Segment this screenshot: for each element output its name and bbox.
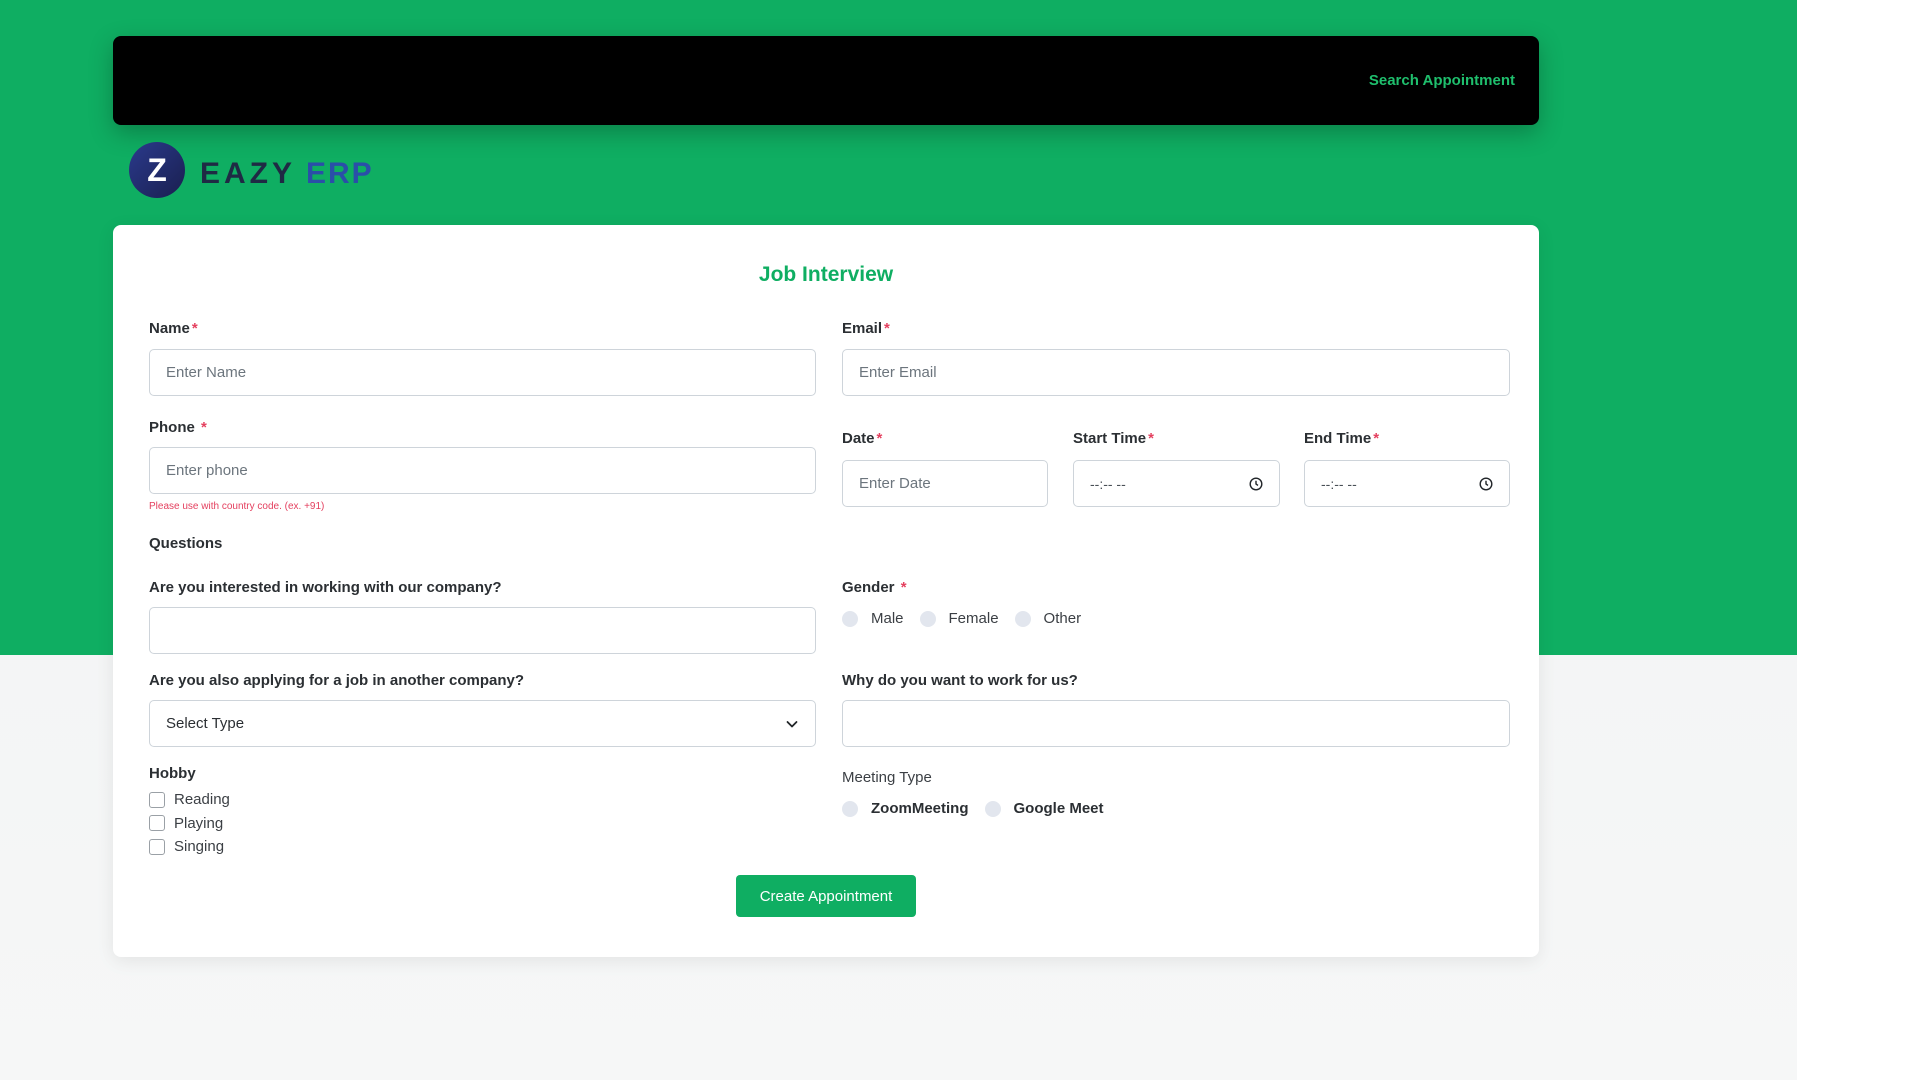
eazyerp-logo: Z EAZY ERP bbox=[128, 140, 388, 200]
required-mark: * bbox=[900, 579, 907, 596]
gender-option-label: Female bbox=[948, 610, 999, 627]
questions-title: Questions bbox=[149, 535, 223, 552]
meeting-type-radio-group: ZoomMeeting Google Meet bbox=[842, 800, 1120, 817]
meeting-option-label: ZoomMeeting bbox=[871, 800, 969, 817]
phone-label: Phone * bbox=[149, 419, 207, 436]
checkbox[interactable] bbox=[149, 791, 165, 808]
gender-option-female[interactable]: Female bbox=[919, 610, 999, 627]
start-time-value: --:-- -- bbox=[1090, 475, 1126, 492]
clock-icon[interactable] bbox=[1479, 476, 1493, 491]
required-mark: * bbox=[1373, 430, 1380, 447]
name-input[interactable] bbox=[149, 349, 816, 396]
search-appointment-link[interactable]: Search Appointment bbox=[1369, 72, 1515, 89]
hobby-option-singing[interactable]: Singing bbox=[149, 835, 230, 859]
logo-word-eazy: EAZY bbox=[200, 157, 296, 190]
date-label-text: Date bbox=[842, 430, 875, 447]
required-mark: * bbox=[201, 419, 207, 436]
end-time-value: --:-- -- bbox=[1321, 475, 1357, 492]
appointment-form-card: Job Interview Name* Email* Phone * Pleas… bbox=[113, 225, 1539, 957]
name-label-text: Name bbox=[149, 320, 190, 337]
hobby-option-label: Playing bbox=[174, 814, 224, 832]
email-label-text: Email bbox=[842, 320, 883, 337]
start-time-label-text: Start Time bbox=[1073, 430, 1147, 447]
start-time-input[interactable]: --:-- -- bbox=[1073, 460, 1280, 507]
required-mark: * bbox=[1148, 430, 1154, 447]
date-label: Date * bbox=[842, 430, 882, 447]
chevron-down-icon bbox=[786, 720, 798, 727]
checkbox[interactable] bbox=[149, 838, 165, 855]
q-interested-label: Are you interested in working with our c… bbox=[149, 579, 502, 596]
gender-option-other[interactable]: Other bbox=[1014, 610, 1082, 627]
gender-label-text: Gender bbox=[842, 579, 899, 596]
radio-button[interactable] bbox=[984, 800, 1001, 817]
gender-option-label: Other bbox=[1043, 610, 1082, 627]
logo-mark: Z bbox=[147, 152, 167, 188]
q-why-label: Why do you want to work for us? bbox=[842, 672, 1078, 689]
radio-button[interactable] bbox=[842, 610, 858, 627]
checkbox[interactable] bbox=[149, 815, 165, 832]
required-mark: * bbox=[876, 430, 883, 447]
end-time-label-text: End Time bbox=[1304, 430, 1372, 447]
email-label: Email * bbox=[842, 320, 890, 337]
phone-input[interactable] bbox=[149, 447, 816, 494]
logo-word-erp: ERP bbox=[306, 157, 374, 190]
required-mark: * bbox=[884, 320, 890, 337]
meeting-type-label: Meeting Type bbox=[842, 769, 932, 786]
hobby-option-playing[interactable]: Playing bbox=[149, 812, 230, 836]
q-interested-input[interactable] bbox=[149, 607, 816, 654]
meeting-option-label: Google Meet bbox=[1013, 800, 1104, 817]
top-navbar: Search Appointment bbox=[113, 36, 1539, 125]
gender-option-male[interactable]: Male bbox=[842, 610, 904, 627]
gender-label: Gender * bbox=[842, 579, 907, 596]
end-time-input[interactable]: --:-- -- bbox=[1304, 460, 1510, 507]
name-label: Name * bbox=[149, 320, 198, 337]
email-input[interactable] bbox=[842, 349, 1510, 396]
select-type-value: Select Type bbox=[166, 715, 245, 732]
hobby-checkbox-list: Reading Playing Singing bbox=[149, 788, 230, 859]
clock-icon[interactable] bbox=[1249, 476, 1263, 491]
radio-button[interactable] bbox=[919, 610, 936, 627]
logo-image: Z EAZY ERP bbox=[129, 142, 374, 198]
end-time-label: End Time * bbox=[1304, 430, 1379, 447]
required-mark: * bbox=[191, 320, 198, 337]
q-why-input[interactable] bbox=[842, 700, 1510, 747]
gender-option-label: Male bbox=[871, 610, 904, 627]
q-other-company-label: Are you also applying for a job in anoth… bbox=[149, 672, 525, 689]
phone-label-text: Phone bbox=[149, 419, 200, 436]
meeting-option-google-meet[interactable]: Google Meet bbox=[984, 800, 1104, 817]
gender-radio-group: Male Female Other bbox=[842, 610, 1097, 627]
date-input[interactable] bbox=[842, 460, 1048, 507]
radio-button[interactable] bbox=[1014, 610, 1031, 627]
start-time-label: Start Time * bbox=[1073, 430, 1154, 447]
radio-button[interactable] bbox=[842, 800, 858, 817]
meeting-option-zoom[interactable]: ZoomMeeting bbox=[842, 800, 969, 817]
select-type-dropdown[interactable]: Select Type bbox=[149, 700, 816, 747]
hobby-option-reading[interactable]: Reading bbox=[149, 788, 230, 812]
hobby-option-label: Singing bbox=[174, 838, 225, 856]
phone-hint: Please use with country code. (ex. +91) bbox=[149, 501, 325, 512]
form-title: Job Interview bbox=[758, 263, 894, 286]
hobby-label: Hobby bbox=[149, 765, 196, 782]
create-appointment-button[interactable]: Create Appointment bbox=[736, 875, 916, 917]
hobby-option-label: Reading bbox=[174, 791, 230, 809]
